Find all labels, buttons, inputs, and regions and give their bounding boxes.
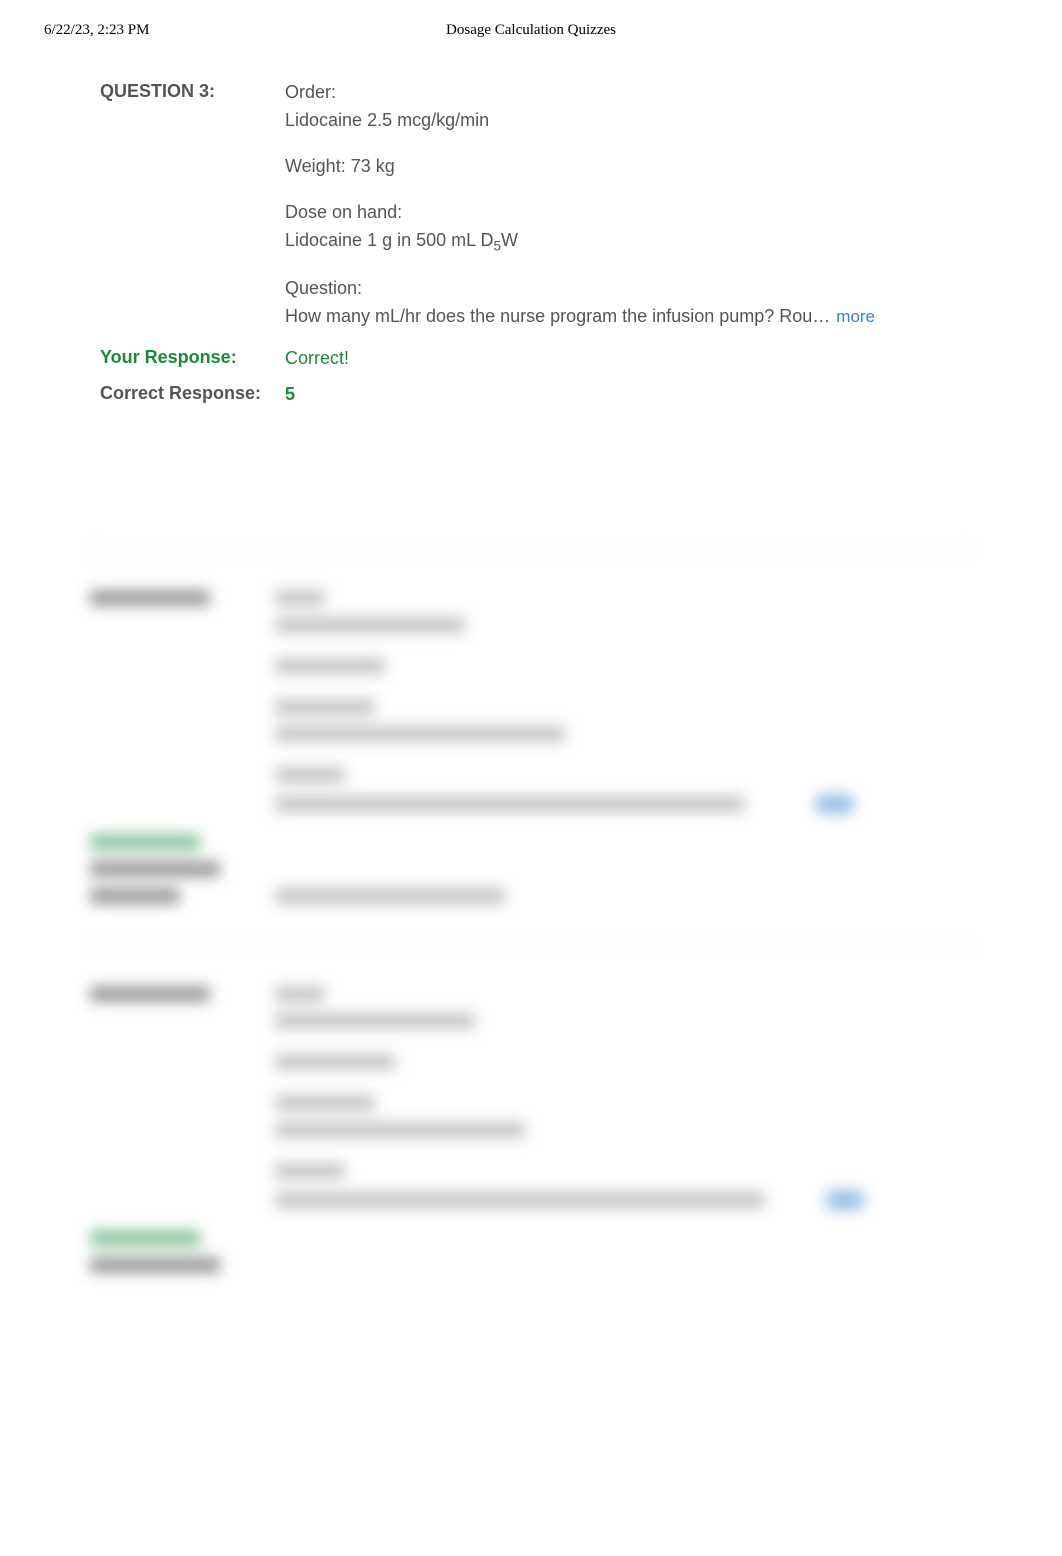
dose-value-post: W [501,230,518,250]
correct-response-label: Correct Response: [100,381,285,404]
order-value: Lidocaine 2.5 mcg/kg/min [285,107,962,135]
dose-value: Lidocaine 1 g in 500 mL D5W [285,227,962,258]
question-label: Question: [285,275,962,303]
dose-label: Dose on hand: [285,199,962,227]
dose-value-pre: Lidocaine 1 g in 500 mL D [285,230,493,250]
blurred-question-card [90,946,972,1314]
blurred-preview-region [0,549,1062,1314]
correct-response-value: 5 [285,381,962,409]
dose-value-sub: 5 [493,238,501,253]
header-datetime: 6/22/23, 2:23 PM [44,22,149,39]
blurred-question-card [90,549,972,946]
question-number-label: QUESTION 3: [100,79,285,102]
question-text: How many mL/hr does the nurse program th… [285,303,830,331]
your-response-label: Your Response: [100,345,285,368]
weight-text: Weight: 73 kg [285,153,962,181]
your-response-value: Correct! [285,345,962,373]
question-block: QUESTION 3: Order: Lidocaine 2.5 mcg/kg/… [0,49,1062,409]
question-body: Order: Lidocaine 2.5 mcg/kg/min Weight: … [285,79,962,331]
more-link[interactable]: more [836,304,875,330]
order-label: Order: [285,79,962,107]
header-title: Dosage Calculation Quizzes [446,22,616,39]
